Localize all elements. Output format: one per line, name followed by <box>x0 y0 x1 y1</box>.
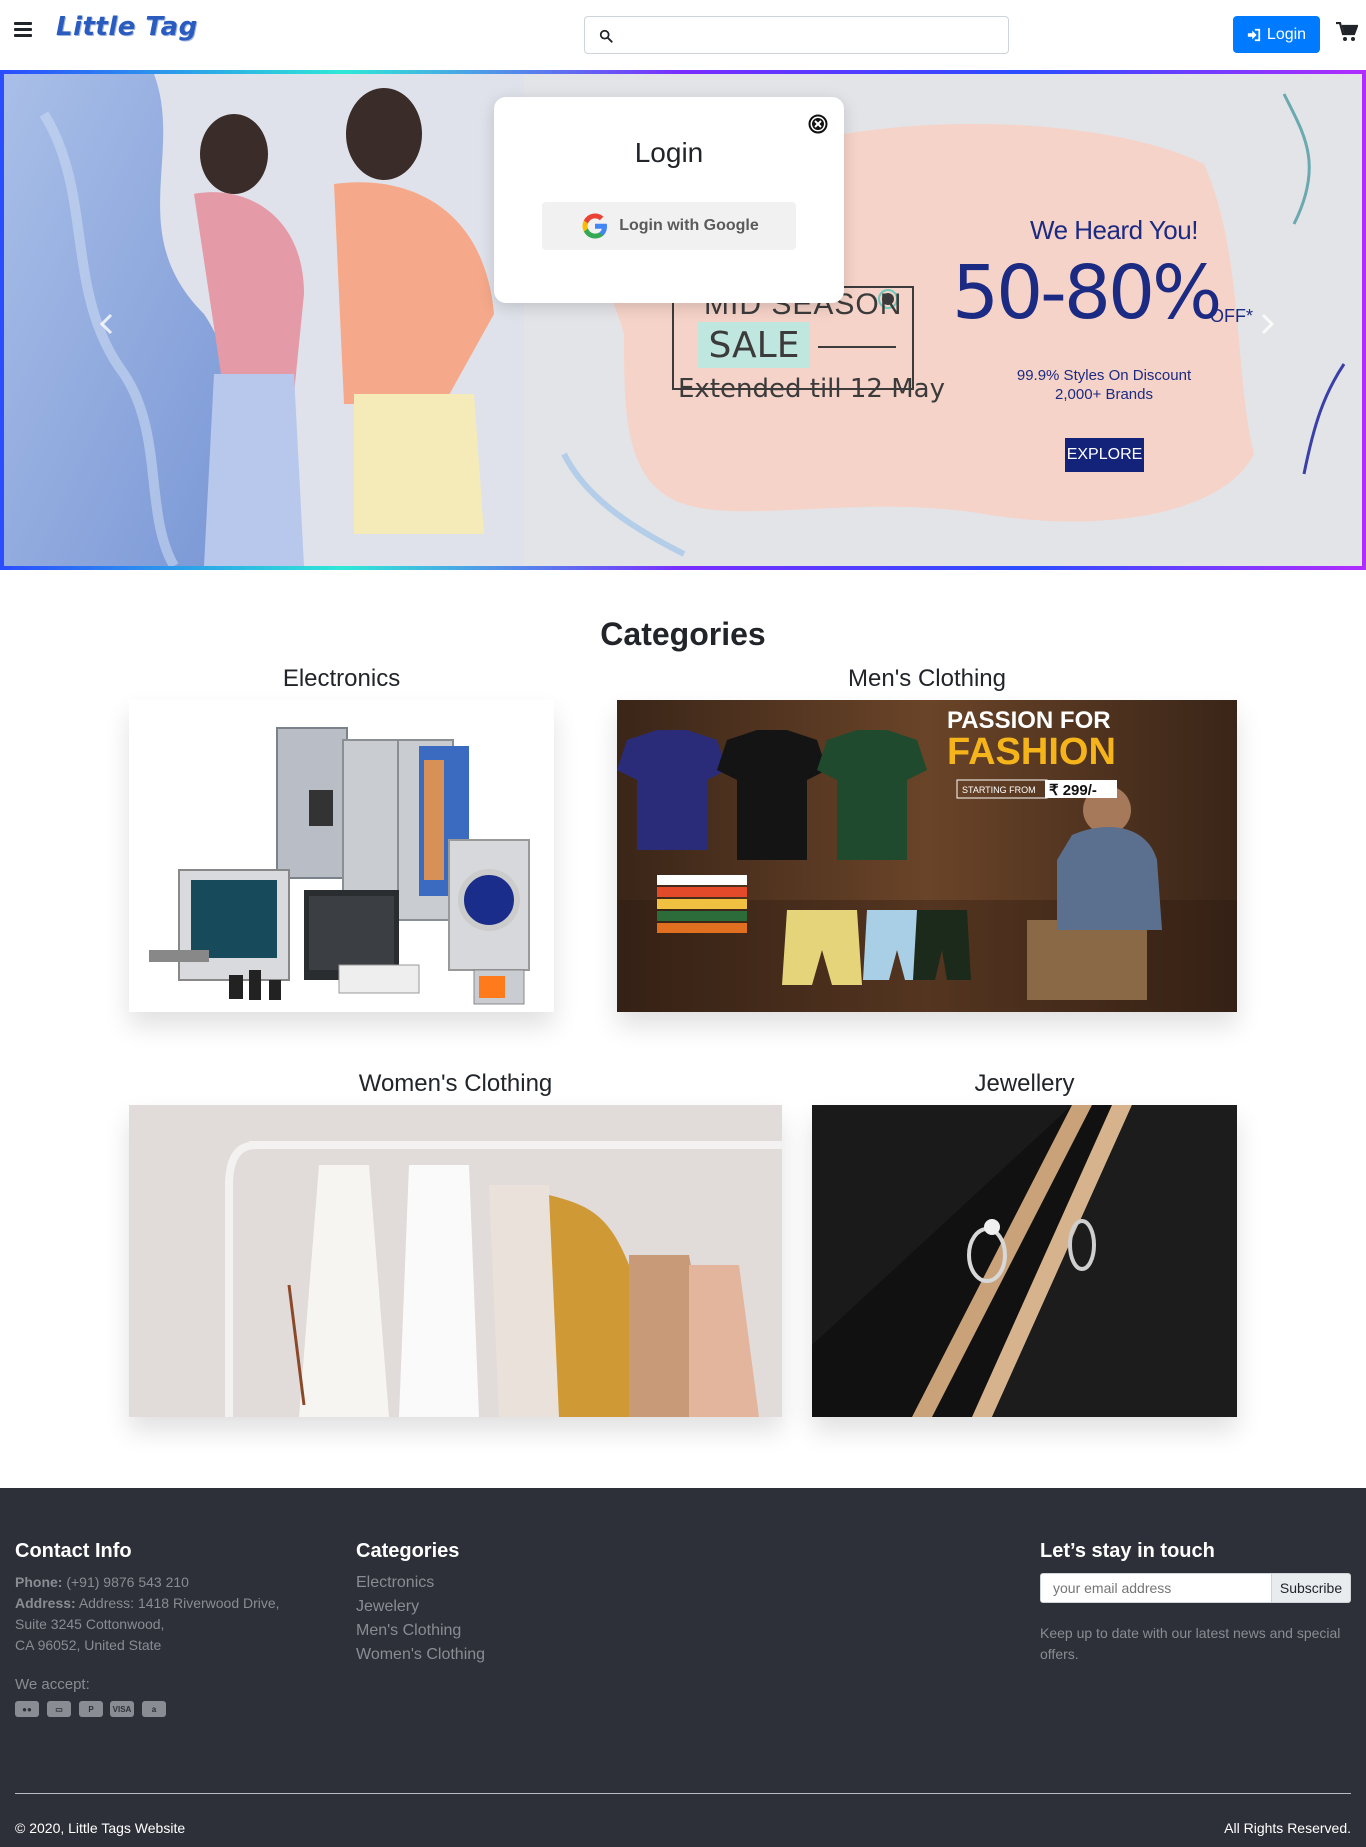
brand-logo[interactable]: Little Tag <box>56 12 198 42</box>
carousel-prev-icon[interactable] <box>92 309 122 339</box>
google-login-button[interactable]: Login with Google <box>542 202 796 250</box>
category-title: Women's Clothing <box>358 1070 553 1097</box>
footer-phone: Phone: (+91) 9876 543 210 <box>15 1572 189 1593</box>
credit-card-icon: ▭ <box>47 1701 71 1717</box>
footer-rights: All Rights Reserved. <box>1224 1820 1351 1836</box>
footer-divider <box>15 1793 1351 1794</box>
footer-touch-text-line2: offers. <box>1040 1646 1079 1662</box>
womens-clothing-image[interactable] <box>129 1105 782 1417</box>
login-modal: Login Login with Google <box>494 97 844 303</box>
footer-phone-value: (+91) 9876 543 210 <box>66 1574 189 1590</box>
footer-link-electronics[interactable]: Electronics <box>356 1574 434 1592</box>
login-button-label: Login <box>1266 25 1307 43</box>
mens-clothing-image[interactable]: PASSION FOR FASHION STARTING FROM ₹ 299/… <box>617 700 1237 1012</box>
hero-extended-text: Extended till 12 May <box>678 374 945 404</box>
footer-link-mens-clothing[interactable]: Men's Clothing <box>356 1622 461 1640</box>
footer-categories-heading: Categories <box>356 1540 460 1562</box>
hero-styles-line1: 99.9% Styles On Discount <box>1016 367 1192 384</box>
mens-banner-line1: PASSION FOR <box>947 707 1111 734</box>
jewellery-image[interactable] <box>812 1105 1237 1417</box>
category-title: Jewellery <box>974 1070 1075 1097</box>
footer-address-line3: CA 96052, United State <box>15 1637 162 1653</box>
sign-in-icon <box>1247 28 1261 41</box>
hero-styles-line2: 2,000+ Brands <box>1055 386 1153 403</box>
footer-touch-heading: Let’s stay in touch <box>1040 1540 1215 1562</box>
category-card-jewellery[interactable]: Jewellery <box>812 1067 1237 1417</box>
footer-touch-text: Keep up to date with our latest news and… <box>1040 1623 1360 1665</box>
categories-heading: Categories <box>600 616 766 652</box>
electronics-image[interactable] <box>129 700 554 1012</box>
category-card-womens-clothing[interactable]: Women's Clothing <box>129 1067 782 1417</box>
hero-styles-text: 99.9% Styles On Discount 2,000+ Brands <box>1004 366 1204 404</box>
footer-accept-label: We accept: <box>15 1676 90 1693</box>
hero-discount: 50-80% <box>952 250 1222 336</box>
footer-contact-heading: Contact Info <box>15 1540 132 1562</box>
mens-banner-line2: FASHION <box>947 731 1116 773</box>
search-input[interactable] <box>621 21 1001 49</box>
category-title: Electronics <box>282 665 401 692</box>
subscribe-button[interactable]: Subscribe <box>1271 1573 1351 1603</box>
menu-icon[interactable] <box>14 22 32 37</box>
category-card-electronics[interactable]: Electronics <box>129 662 554 1012</box>
hero-discount-suffix: OFF* <box>1210 306 1253 326</box>
amazon-pay-icon: a <box>142 1701 166 1717</box>
hero-sale-label: SALE <box>698 322 810 368</box>
google-icon <box>582 213 608 239</box>
footer-address: Address: Address: 1418 Riverwood Drive, … <box>15 1593 280 1656</box>
footer-link-jewelery[interactable]: Jewelery <box>356 1598 419 1616</box>
footer-phone-label: Phone: <box>15 1574 63 1590</box>
carousel-next-icon[interactable] <box>1252 309 1282 339</box>
category-title: Men's Clothing <box>848 665 1006 692</box>
footer-address-line2: Suite 3245 Cottonwood, <box>15 1616 165 1632</box>
subscribe-email-input[interactable] <box>1040 1573 1272 1603</box>
login-button[interactable]: Login <box>1233 16 1320 53</box>
mens-banner-starting: STARTING FROM <box>962 785 1036 795</box>
modal-title: Login <box>634 137 704 168</box>
category-card-mens-clothing[interactable]: Men's Clothing PASSION FOR FASHION START… <box>617 662 1237 1012</box>
mastercard-icon: ●● <box>15 1701 39 1717</box>
footer-address-label: Address: <box>15 1595 76 1611</box>
search-bar[interactable] <box>584 16 1009 54</box>
cart-icon[interactable] <box>1336 22 1358 42</box>
footer-address-line1: Address: 1418 Riverwood Drive, <box>78 1595 280 1611</box>
visa-icon: VISA <box>110 1701 134 1717</box>
footer-touch-text-line1: Keep up to date with our latest news and… <box>1040 1625 1341 1641</box>
explore-button[interactable]: EXPLORE <box>1065 438 1144 472</box>
footer-link-womens-clothing[interactable]: Women's Clothing <box>356 1646 485 1664</box>
mens-banner-price: ₹ 299/- <box>1049 782 1097 799</box>
footer-copyright: © 2020, Little Tags Website <box>15 1820 186 1836</box>
google-login-label: Login with Google <box>619 217 759 234</box>
hero-heard-text: We Heard You! <box>1030 215 1198 245</box>
search-icon <box>599 29 613 43</box>
navbar: Little Tag Login <box>0 0 1366 70</box>
paypal-icon: P <box>79 1701 103 1717</box>
close-icon[interactable] <box>808 114 828 134</box>
